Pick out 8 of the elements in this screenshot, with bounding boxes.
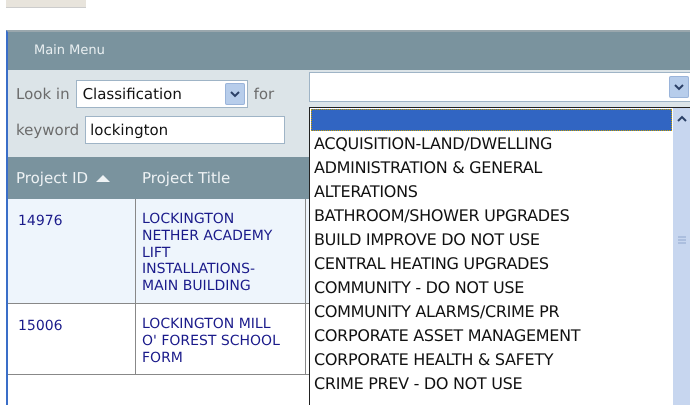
project-id: 14976 bbox=[18, 213, 63, 229]
project-title: LOCKINGTON MILL O' FOREST SCHOOL FORM bbox=[142, 316, 280, 366]
look-in-label: Look in bbox=[16, 84, 70, 105]
project-id: 15006 bbox=[18, 318, 63, 334]
for-label: for bbox=[254, 84, 274, 105]
keyword-label: keyword bbox=[16, 120, 80, 141]
project-title: LOCKINGTON NETHER ACADEMY LIFT INSTALLATIONS-MAIN BUILDING bbox=[142, 211, 272, 294]
panel-title: Main Menu bbox=[34, 43, 105, 58]
